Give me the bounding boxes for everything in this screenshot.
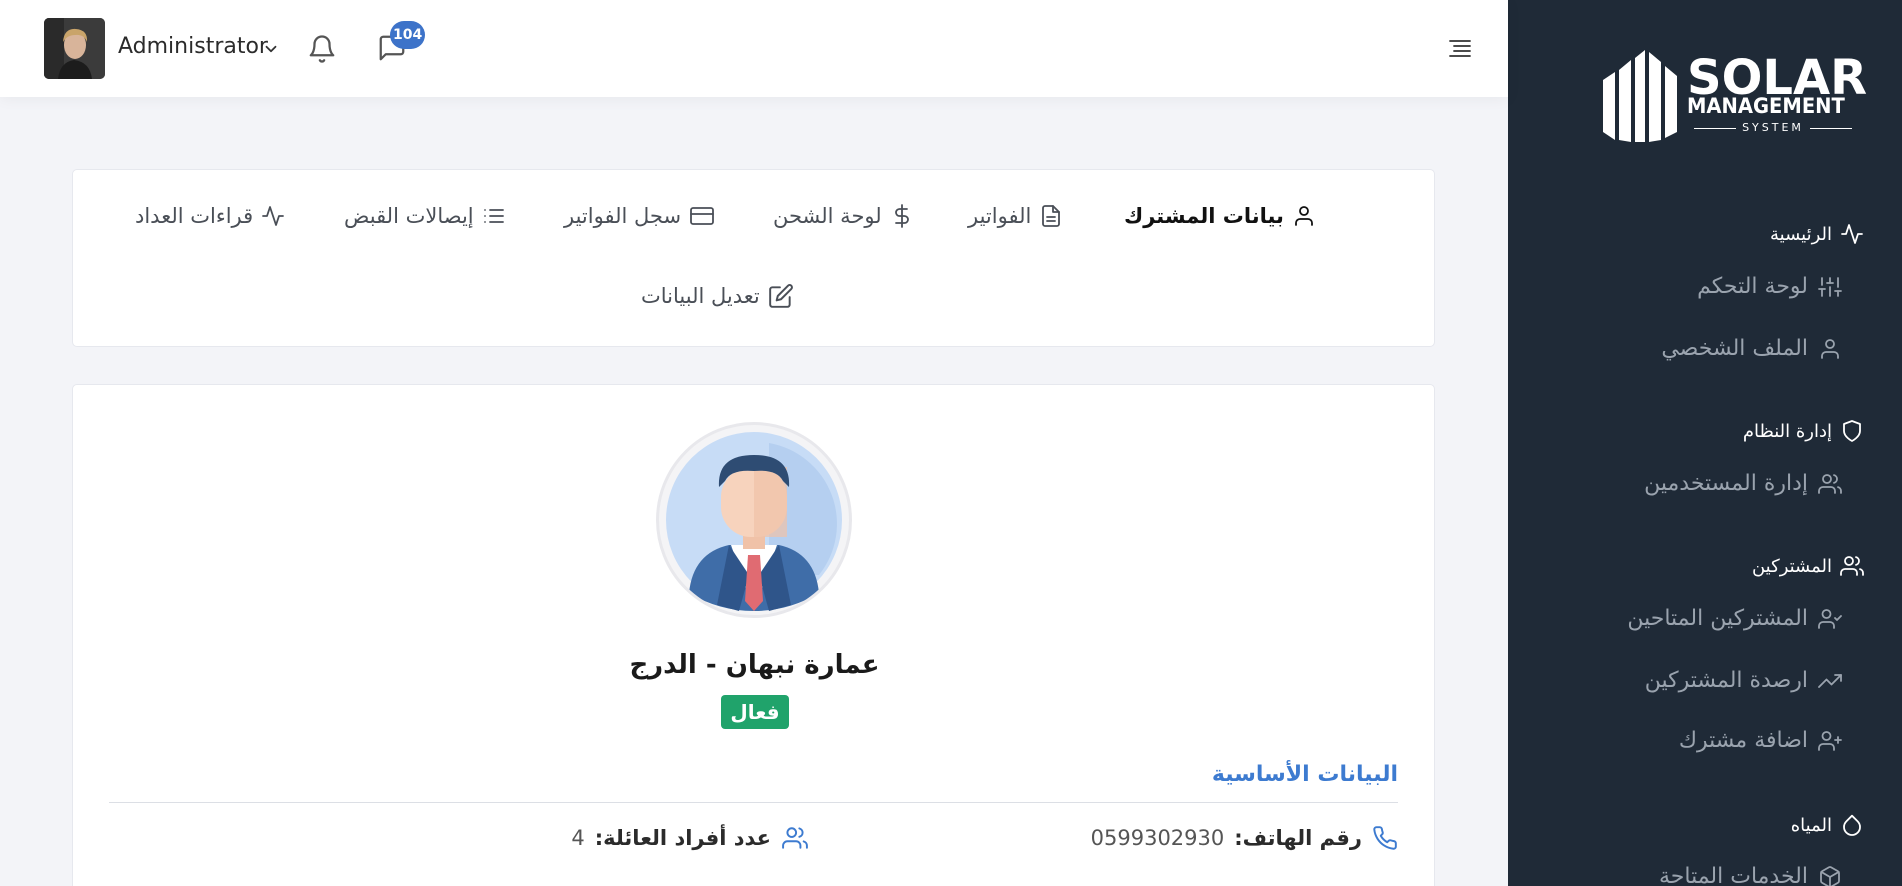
users-icon [1818,473,1842,494]
tab-edit-data[interactable]: تعديل البيانات [641,283,794,309]
droplet-icon [1843,814,1861,836]
messages-count-badge: 104 [390,21,426,49]
sidebar-item-available-subscribers[interactable]: المشتركين المتاحين [1627,606,1842,631]
sidebar-item-users[interactable]: إدارة المستخدمين [1644,471,1842,496]
nav-section-label: المياه [1790,814,1832,836]
users-icon [782,827,808,849]
user-plus-icon [1818,730,1842,751]
section-divider [109,802,1398,803]
trending-up-icon [1818,673,1842,688]
logo-word-management: MANAGEMENT [1687,94,1845,118]
sidebar-item-label: ارصدة المشتركين [1644,668,1808,693]
user-icon [1821,338,1839,359]
nav-section-home: الرئيسية [1770,222,1864,246]
sidebar: SOLAR MANAGEMENT SYSTEM الرئيسية لوحة ال… [1508,0,1902,886]
sidebar-item-label: الملف الشخصي [1661,336,1808,361]
phone-label: رقم الهاتف: [1234,826,1362,850]
file-text-icon [1042,205,1061,227]
activity-icon [1841,224,1863,244]
nav-section-label: إدارة النظام [1742,420,1832,442]
menu-toggle-icon[interactable] [1448,38,1472,58]
avatar-photo-icon [44,18,105,79]
tab-charging-panel[interactable]: لوحة الشحن [773,204,914,228]
nav-section-label: المشتركين [1751,555,1832,577]
subscriber-avatar [656,422,852,618]
tab-label: لوحة الشحن [773,204,882,228]
tab-label: قراءات العداد [135,204,254,228]
phone-value: 0599302930 [1090,826,1225,850]
sidebar-item-label: اضافة مشترك [1678,728,1808,753]
sliders-icon [1818,276,1842,297]
dollar-icon [894,204,909,228]
user-icon [1295,206,1313,226]
edit-icon [768,284,793,308]
user-check-icon [1818,608,1842,629]
credit-card-icon [690,207,714,225]
family-members-field: عدد أفراد العائلة: 4 [571,825,809,851]
subscriber-tabs: بيانات المشترك الفواتير لوحة الشحن سجل ا… [72,169,1435,347]
nav-section-subscribers: المشتركين [1752,554,1864,578]
bell-icon[interactable] [307,34,337,64]
tab-label: تعديل البيانات [641,284,760,308]
tab-invoice-log[interactable]: سجل الفواتير [564,204,715,228]
basic-info-title: البيانات الأساسية [1211,762,1398,787]
tab-label: إيصالات القبض [344,204,474,228]
user-name[interactable]: Administrator [118,34,268,59]
sidebar-item-dashboard[interactable]: لوحة التحكم [1697,274,1842,299]
sidebar-item-label: لوحة التحكم [1697,274,1808,299]
businessman-avatar-icon [666,432,842,611]
subscriber-name: عمارة نبهان - الدرج [629,650,880,680]
tab-label: بيانات المشترك [1124,204,1284,228]
top-bar: Administrator 104 [0,0,1508,97]
tab-subscriber-data[interactable]: بيانات المشترك [1124,204,1316,228]
status-badge: فعال [721,695,789,729]
activity-icon [262,206,285,226]
sidebar-item-label: المشتركين المتاحين [1627,606,1808,631]
phone-icon [1373,826,1397,850]
sidebar-item-add-subscriber[interactable]: اضافة مشترك [1679,728,1842,753]
tab-label: سجل الفواتير [564,204,682,228]
list-icon [483,209,504,223]
phone-field: رقم الهاتف: 0599302930 [1091,825,1398,851]
tab-invoices[interactable]: الفواتير [968,204,1063,228]
nav-section-label: الرئيسية [1770,223,1832,245]
sidebar-item-services[interactable]: الخدمات المتاحة [1659,864,1842,886]
tab-receipts[interactable]: إيصالات القبض [344,204,506,228]
sidebar-item-balances[interactable]: ارصدة المشتركين [1645,668,1842,693]
family-members-value: 4 [571,826,585,850]
nav-section-water: المياه [1791,813,1864,837]
tab-label: الفواتير [968,204,1032,228]
subscriber-profile-card: عمارة نبهان - الدرج فعال البيانات الأساس… [72,384,1435,886]
sidebar-item-label: إدارة المستخدمين [1644,471,1808,496]
sidebar-item-label: الخدمات المتاحة [1658,864,1808,886]
package-icon [1820,865,1840,886]
users-icon [1840,556,1864,576]
chevron-down-icon[interactable] [262,40,280,58]
logo-mark-icon [1603,50,1677,142]
sidebar-item-profile[interactable]: الملف الشخصي [1661,336,1842,361]
app-logo[interactable]: SOLAR MANAGEMENT SYSTEM [1591,50,1867,142]
user-avatar[interactable] [44,18,105,79]
logo-word-system: SYSTEM [1687,122,1859,133]
family-members-label: عدد أفراد العائلة: [594,826,771,850]
nav-section-system: إدارة النظام [1743,419,1864,443]
tab-meter-readings[interactable]: قراءات العداد [135,204,285,228]
shield-icon [1843,420,1861,442]
